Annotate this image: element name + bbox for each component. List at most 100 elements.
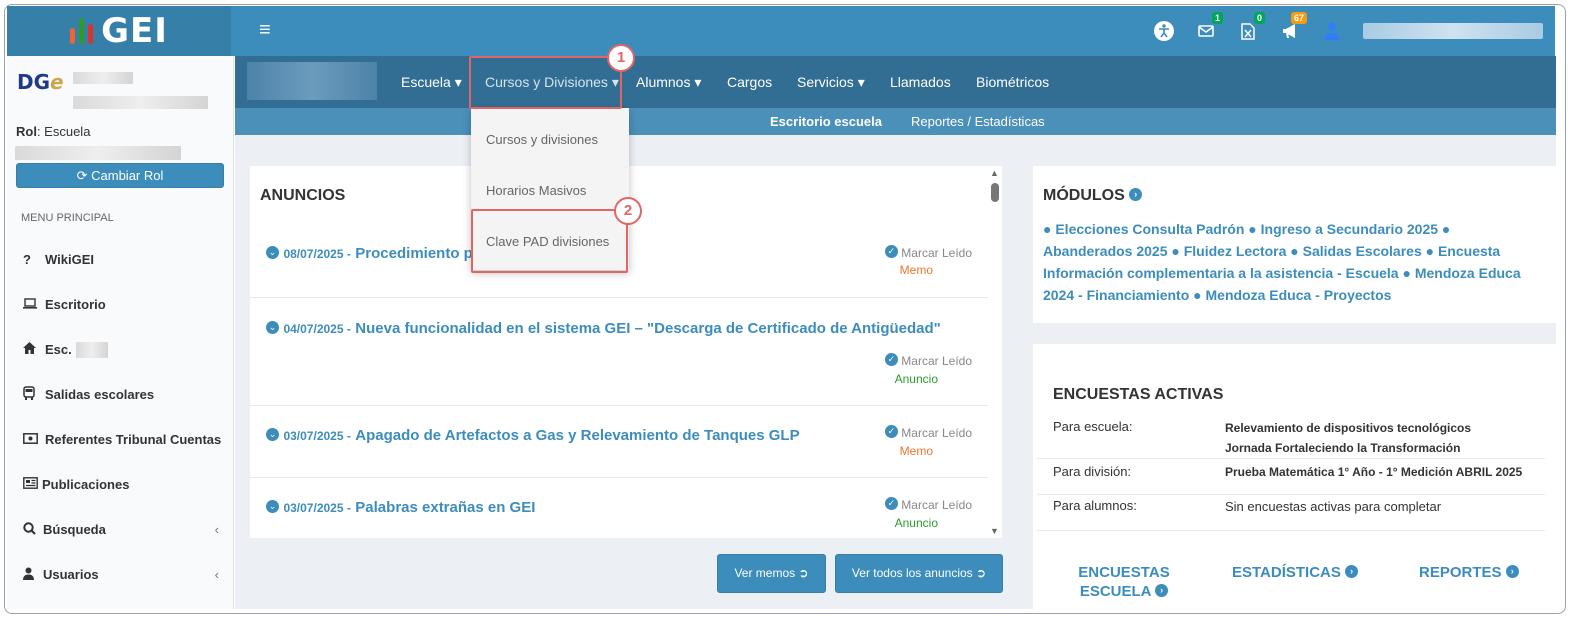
nav-label: Escuela — [401, 74, 451, 90]
subnav-escritorio-escuela[interactable]: Escritorio escuela — [770, 108, 882, 135]
arrow-circle-right-icon[interactable]: › — [1129, 188, 1143, 201]
megaphone-icon[interactable]: 67 — [1279, 12, 1307, 42]
announcement-tag: Memo — [899, 444, 933, 458]
rol-label: Rol — [16, 124, 37, 139]
sidebar-item-busqueda[interactable]: Búsqueda ‹ — [7, 507, 233, 552]
sidebar-item-publicaciones[interactable]: Publicaciones — [7, 462, 233, 507]
mail-icon[interactable]: 1 — [1195, 12, 1223, 42]
announcement-title[interactable]: Nueva funcionalidad en el sistema GEI – … — [355, 320, 941, 337]
sidebar-item-usuarios[interactable]: Usuarios ‹ — [7, 552, 233, 597]
laptop-icon — [23, 297, 45, 312]
school-detail-redacted — [73, 96, 208, 109]
sub-nav: Escritorio escuela Reportes / Estadístic… — [235, 108, 1556, 135]
modulos-title: MÓDULOS — [1043, 187, 1125, 204]
anuncios-scrollbar[interactable]: ▲ ▼ — [988, 166, 1002, 538]
refresh-icon: ⟳ — [76, 168, 92, 183]
nav-biometricos[interactable]: Biométricos — [976, 56, 1049, 108]
ver-todos-label: Ver todos los anuncios — [851, 566, 973, 580]
scroll-down-icon[interactable]: ▼ — [990, 526, 999, 536]
announcement-item[interactable]: ⌄ 03/07/2025 - Palabras extrañas en GEI … — [250, 478, 988, 538]
nav-label: Servicios — [797, 74, 854, 90]
encuesta-label: Para alumnos: — [1053, 498, 1137, 513]
nav-servicios[interactable]: Servicios ▾ — [797, 56, 865, 108]
spreadsheet-icon[interactable]: 0 — [1237, 12, 1265, 42]
scroll-up-icon[interactable]: ▲ — [990, 168, 999, 178]
main-nav: Escuela ▾ Cursos y Divisiones ▾ Alumnos … — [235, 56, 1556, 108]
sidebar-item-escritorio[interactable]: Escritorio — [7, 282, 233, 327]
user-name-redacted[interactable] — [1363, 23, 1543, 39]
announcement-title[interactable]: Apagado de Artefactos a Gas y Relevamien… — [355, 427, 799, 444]
link-label: REPORTES — [1419, 564, 1502, 581]
sidebar-item-escuela[interactable]: Esc. — [7, 327, 233, 372]
announcement-item[interactable]: ⌄ 04/07/2025 - Nueva funcionalidad en el… — [250, 298, 988, 406]
announcement-tag: Anuncio — [894, 516, 938, 530]
rol-text: Rol: Escuela — [16, 124, 90, 139]
mark-read-link[interactable]: ✓ Marcar Leído — [884, 497, 972, 512]
modulos-panel: MÓDULOS › ● Elecciones Consulta Padrón ●… — [1033, 166, 1556, 323]
caret-down-icon: ▾ — [694, 74, 702, 90]
announcement-title[interactable]: Palabras extrañas en GEI — [355, 499, 535, 516]
reportes-link[interactable]: REPORTES › — [1419, 563, 1519, 582]
logo[interactable]: GEI — [7, 6, 231, 56]
ver-todos-anuncios-button[interactable]: Ver todos los anuncios ➲ — [835, 554, 1003, 593]
user-detail-redacted — [15, 146, 181, 160]
encuesta-value[interactable]: Jornada Fortaleciendo la Transformación — [1225, 438, 1460, 458]
callout-2: 2 — [614, 197, 642, 225]
sidebar-item-wikigei[interactable]: ? WikiGEI — [7, 237, 233, 282]
chevron-left-icon: ‹ — [214, 522, 219, 537]
newspaper-icon — [23, 477, 42, 492]
mark-read-label: Marcar Leído — [901, 426, 972, 440]
encuesta-row: Para escuela: Relevamiento de dispositiv… — [1037, 416, 1545, 459]
mark-read-label: Marcar Leído — [901, 354, 972, 368]
logo-bars-icon — [70, 18, 94, 44]
accessibility-icon[interactable] — [1153, 20, 1175, 42]
nav-alumnos[interactable]: Alumnos ▾ — [636, 56, 701, 108]
sidebar-item-label: WikiGEI — [45, 252, 95, 267]
sidebar-item-label: Esc. — [45, 342, 72, 357]
cambiar-rol-button[interactable]: ⟳ Cambiar Rol — [16, 163, 224, 188]
encuesta-row: Para alumnos: Sin encuestas activas para… — [1037, 495, 1545, 531]
chevron-circle-icon: ⌄ — [266, 500, 279, 513]
ver-memos-button[interactable]: Ver memos ➲ — [717, 554, 826, 593]
highlight-box-1 — [469, 56, 622, 109]
modulos-links[interactable]: ● Elecciones Consulta Padrón ● Ingreso a… — [1043, 218, 1538, 306]
check-circle-icon: ✓ — [884, 245, 898, 258]
sidebar-item-label: Publicaciones — [42, 477, 130, 492]
arrow-circle-right-icon: › — [1505, 565, 1519, 578]
question-icon: ? — [23, 252, 31, 267]
dropdown-item-horarios-masivos[interactable]: Horarios Masivos — [486, 183, 586, 198]
estadisticas-link[interactable]: ESTADÍSTICAS › — [1232, 563, 1359, 582]
encuestas-escuela-link[interactable]: ENCUESTAS ESCUELA › — [1073, 563, 1175, 601]
encuesta-value: Sin encuestas activas para completar — [1225, 499, 1442, 514]
scrollbar-thumb[interactable] — [991, 183, 999, 202]
nav-escuela[interactable]: Escuela ▾ — [401, 56, 462, 108]
user-icon — [23, 567, 43, 583]
nav-llamados[interactable]: Llamados — [890, 56, 951, 108]
notifications-badge: 67 — [1290, 12, 1307, 24]
announcement-item[interactable]: ⌄ 03/07/2025 - Apagado de Artefactos a G… — [250, 406, 988, 478]
mark-read-link[interactable]: ✓ Marcar Leído — [884, 245, 972, 260]
hamburger-menu-icon[interactable]: ≡ — [259, 19, 271, 42]
check-circle-icon: ✓ — [884, 425, 898, 438]
subnav-reportes[interactable]: Reportes / Estadísticas — [911, 108, 1045, 135]
dge-logo: DGe — [17, 70, 64, 94]
mark-read-link[interactable]: ✓ Marcar Leído — [884, 353, 972, 368]
mark-read-link[interactable]: ✓ Marcar Leído — [884, 425, 972, 440]
nav-cargos[interactable]: Cargos — [727, 56, 772, 108]
encuesta-value[interactable]: Prueba Matemática 1° Año - 1° Medición A… — [1225, 462, 1522, 482]
dropdown-item-cursos-divisiones[interactable]: Cursos y divisiones — [486, 132, 598, 147]
announcement-date: 03/07/2025 - — [283, 501, 351, 515]
cambiar-rol-label: Cambiar Rol — [91, 168, 164, 183]
sidebar-item-salidas[interactable]: Salidas escolares — [7, 372, 233, 417]
link-label: ESCUELA — [1079, 583, 1151, 600]
mark-read-label: Marcar Leído — [901, 498, 972, 512]
announcement-tag: Memo — [899, 263, 933, 277]
user-icon[interactable] — [1321, 20, 1343, 42]
announcement-date: 08/07/2025 - — [283, 247, 351, 261]
check-circle-icon: ✓ — [884, 353, 898, 366]
check-circle-icon: ✓ — [884, 497, 898, 510]
encuesta-value[interactable]: Relevamiento de dispositivos tecnológico… — [1225, 418, 1471, 438]
sidebar-item-referentes[interactable]: Referentes Tribunal Cuentas — [7, 417, 233, 462]
sidebar-item-label: Salidas escolares — [45, 387, 155, 402]
encuesta-label: Para escuela: — [1053, 419, 1133, 434]
